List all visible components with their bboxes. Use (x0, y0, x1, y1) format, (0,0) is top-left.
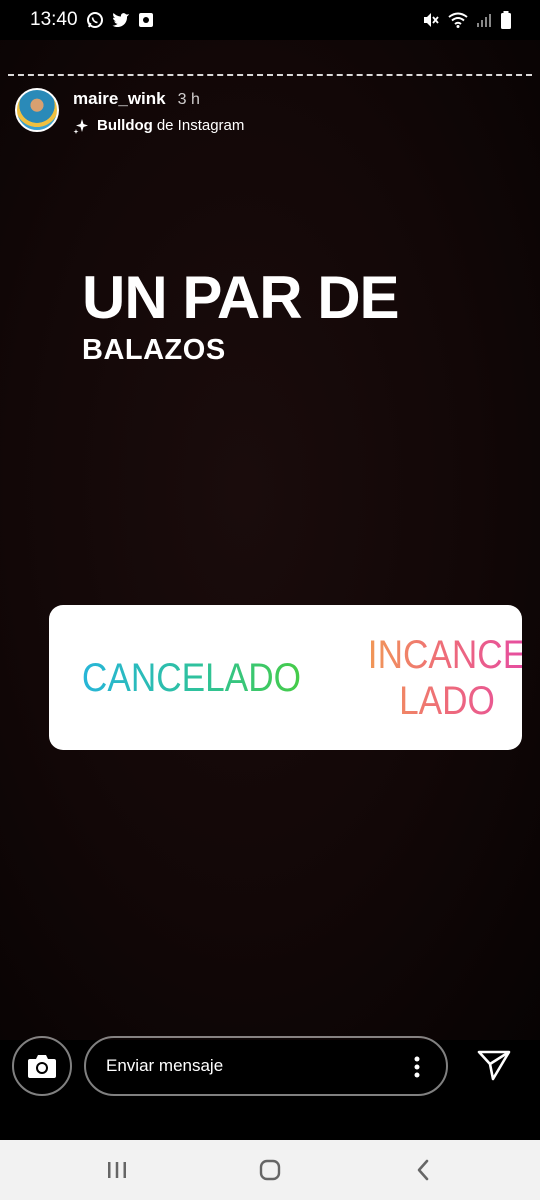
effect-name: Bulldog (97, 117, 153, 134)
story-time: 3 h (177, 91, 200, 108)
recent-apps-icon (107, 1162, 126, 1178)
avatar[interactable] (15, 88, 59, 132)
home-button[interactable] (240, 1150, 300, 1190)
effect-suffix: de Instagram (156, 117, 245, 134)
sparkle-icon (73, 118, 88, 134)
send-icon[interactable] (476, 1048, 512, 1082)
reply-bar: Enviar mensaje (0, 1036, 540, 1100)
navigation-bar (0, 1140, 540, 1200)
home-icon (259, 1159, 281, 1181)
back-button[interactable] (393, 1150, 453, 1190)
twitter-icon (112, 13, 129, 28)
notification-icon (138, 13, 153, 27)
status-left: 13:40 (30, 9, 154, 31)
effect-attribution[interactable]: Bulldog de Instagram (73, 117, 244, 134)
story-header: maire_wink 3 h Bulldog de Instagram (15, 88, 244, 134)
poll-option-left-label: CANCELADO (81, 655, 302, 700)
message-placeholder: Enviar mensaje (106, 1056, 224, 1075)
back-icon (418, 1159, 429, 1181)
headline-line-2: BALAZOS (82, 334, 226, 366)
status-right (422, 11, 512, 29)
whatsapp-icon (86, 12, 103, 28)
signal-icon (477, 14, 491, 27)
poll-option-cancelado[interactable]: CANCELADO (49, 605, 334, 750)
story-view[interactable]: maire_wink 3 h Bulldog de Instagram UN P… (0, 40, 540, 1040)
message-input[interactable]: Enviar mensaje (84, 1036, 448, 1096)
story-meta: maire_wink 3 h Bulldog de Instagram (73, 88, 244, 134)
mute-icon (424, 13, 439, 27)
camera-button[interactable] (12, 1036, 72, 1096)
battery-icon (501, 11, 511, 29)
story-progress-bar (8, 74, 532, 76)
status-time: 13:40 (30, 9, 78, 30)
wifi-icon (448, 12, 468, 28)
poll-option-right-label: INCANCELADO (363, 632, 522, 724)
recent-apps-button[interactable] (87, 1150, 147, 1190)
poll-option-incancelado[interactable]: INCANCELADO (334, 605, 522, 750)
story-headline: UN PAR DE BALAZOS (82, 264, 400, 366)
more-options-icon[interactable] (414, 1056, 420, 1078)
username[interactable]: maire_wink (73, 89, 166, 109)
poll-sticker: CANCELADO INCANCELADO (49, 605, 522, 750)
status-bar: 13:40 (0, 0, 540, 40)
headline-line-1: UN PAR DE (82, 264, 400, 331)
camera-icon (28, 1055, 56, 1078)
